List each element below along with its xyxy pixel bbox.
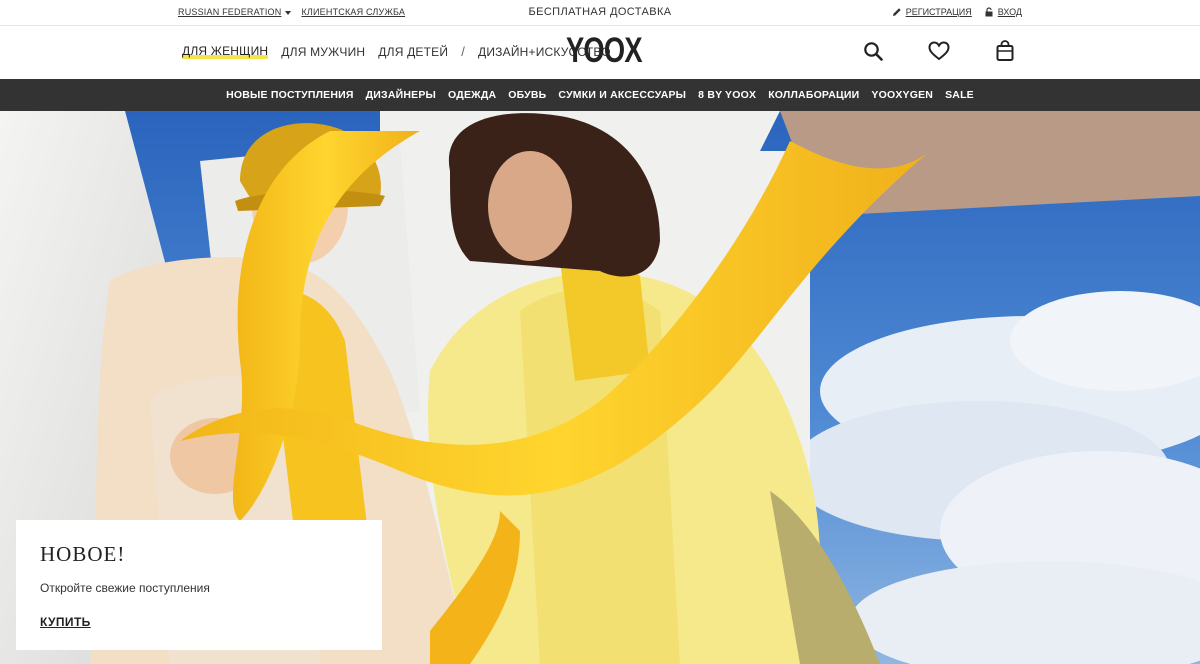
cat-yooxygen[interactable]: YOOXYGEN (871, 89, 933, 101)
cat-sale[interactable]: SALE (945, 89, 974, 101)
country-selector[interactable]: RUSSIAN FEDERATION (178, 7, 292, 17)
promo-card: НОВОЕ! Откройте свежие поступления КУПИТ… (16, 520, 382, 650)
shop-now-link[interactable]: КУПИТЬ (40, 615, 91, 629)
cart-button[interactable] (994, 40, 1016, 62)
dept-separator: / (461, 44, 466, 59)
wishlist-button[interactable] (928, 40, 950, 62)
cat-shoes[interactable]: ОБУВЬ (508, 89, 546, 101)
promo-title: НОВОЕ! (40, 542, 126, 566)
header-actions (862, 40, 1016, 62)
customer-service-link[interactable]: КЛИЕНТСКАЯ СЛУЖБА (301, 7, 405, 17)
cat-8-by-yoox[interactable]: 8 BY YOOX (698, 89, 756, 101)
yoox-logo[interactable]: YOOX (566, 31, 643, 71)
cat-collaborations[interactable]: КОЛЛАБОРАЦИИ (768, 89, 859, 101)
caret-down-icon (285, 10, 292, 15)
register-link[interactable]: РЕГИСТРАЦИЯ (892, 7, 972, 17)
cat-clothing[interactable]: ОДЕЖДА (448, 89, 496, 101)
shopping-bag-icon (996, 40, 1014, 61)
promo-subtitle: Откройте свежие поступления (40, 581, 210, 595)
hero-banner[interactable]: НОВОЕ! Откройте свежие поступления КУПИТ… (0, 111, 1200, 664)
country-label: RUSSIAN FEDERATION (178, 7, 282, 17)
cat-designers[interactable]: ДИЗАЙНЕРЫ (366, 89, 436, 101)
utility-right: РЕГИСТРАЦИЯ ВХОД (892, 7, 1022, 17)
dept-women[interactable]: ДЛЯ ЖЕНЩИН (182, 44, 268, 59)
main-header: ДЛЯ ЖЕНЩИН ДЛЯ МУЖЧИН ДЛЯ ДЕТЕЙ / ДИЗАЙН… (0, 27, 1200, 79)
cat-new-arrivals[interactable]: НОВЫЕ ПОСТУПЛЕНИЯ (226, 89, 354, 101)
search-button[interactable] (862, 40, 884, 62)
cat-bags-accessories[interactable]: СУМКИ И АКСЕССУАРЫ (558, 89, 686, 101)
lock-icon (985, 7, 993, 17)
utility-bar: RUSSIAN FEDERATION КЛИЕНТСКАЯ СЛУЖБА БЕС… (0, 0, 1200, 26)
category-nav: НОВЫЕ ПОСТУПЛЕНИЯ ДИЗАЙНЕРЫ ОДЕЖДА ОБУВЬ… (0, 79, 1200, 111)
register-label: РЕГИСТРАЦИЯ (905, 7, 972, 17)
heart-icon (928, 41, 950, 61)
login-label: ВХОД (997, 7, 1022, 17)
dept-kids[interactable]: ДЛЯ ДЕТЕЙ (378, 45, 448, 59)
pencil-icon (892, 8, 901, 16)
dept-men[interactable]: ДЛЯ МУЖЧИН (281, 45, 365, 59)
login-link[interactable]: ВХОД (984, 7, 1022, 17)
search-icon (864, 42, 883, 61)
utility-left: RUSSIAN FEDERATION КЛИЕНТСКАЯ СЛУЖБА (178, 7, 405, 17)
department-nav: ДЛЯ ЖЕНЩИН ДЛЯ МУЖЧИН ДЛЯ ДЕТЕЙ / ДИЗАЙН… (182, 44, 611, 59)
